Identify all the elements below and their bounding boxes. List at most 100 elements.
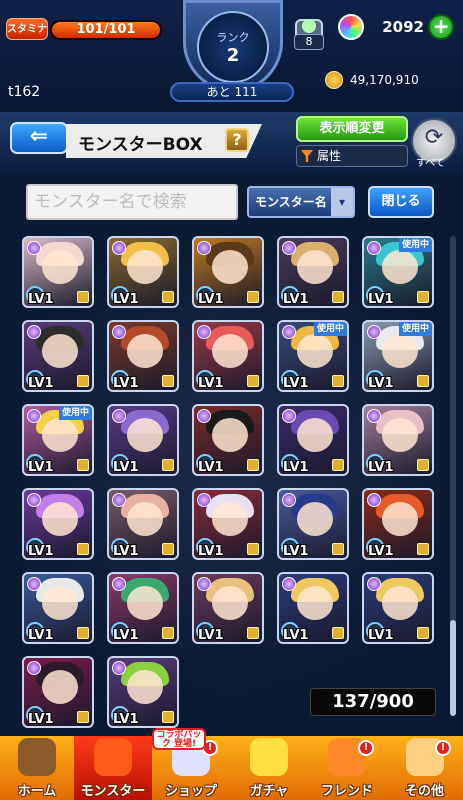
monster-tile[interactable]: LV1 使用中 (362, 320, 434, 392)
lock-icon (417, 459, 429, 471)
monster-tile[interactable]: LV1 (362, 404, 434, 476)
monster-tile[interactable]: LV1 (22, 236, 94, 308)
lock-icon (77, 291, 89, 303)
attribute-icon (197, 577, 211, 591)
monster-tile[interactable]: LV1 (277, 404, 349, 476)
monster-tile[interactable]: LV1 (277, 488, 349, 560)
monster-tile[interactable]: LV1 (192, 236, 264, 308)
help-button[interactable]: ? (225, 128, 249, 152)
attribute-icon (112, 241, 126, 255)
attribute-icon (367, 325, 381, 339)
monster-tile[interactable]: LV1 (192, 404, 264, 476)
monster-portrait (127, 586, 163, 620)
monster-portrait (42, 334, 78, 368)
monster-level: LV1 (283, 376, 309, 391)
lock-icon (417, 375, 429, 387)
nav-label: モンスター (80, 784, 146, 799)
search-type-select[interactable]: モンスター名 ▾ (247, 186, 355, 218)
rank-badge[interactable]: ランク 2 (183, 0, 283, 92)
filter-label: 属性 (317, 149, 342, 163)
monster-portrait (212, 502, 248, 536)
monster-level: LV1 (113, 712, 139, 727)
monster-tile[interactable]: LV1 (107, 320, 179, 392)
monster-level: LV1 (198, 292, 224, 307)
monster-level: LV1 (283, 628, 309, 643)
back-button[interactable]: ⇐ (10, 122, 68, 154)
monster-level: LV1 (368, 376, 394, 391)
rank-label: ランク (216, 31, 250, 44)
monster-level: LV1 (113, 544, 139, 559)
nav-friend[interactable]: フレンド! (308, 736, 386, 800)
orb-count: 8 (294, 34, 324, 50)
monster-tile[interactable]: LV1 (107, 488, 179, 560)
attribute-icon (112, 409, 126, 423)
nav-home[interactable]: ホーム (0, 736, 74, 800)
monster-tile[interactable]: LV1 (362, 488, 434, 560)
monster-tile[interactable]: LV1 (277, 572, 349, 644)
monster-level: LV1 (368, 460, 394, 475)
lock-icon (332, 543, 344, 555)
monster-portrait (297, 586, 333, 620)
monster-tile[interactable]: LV1 (22, 656, 94, 728)
monster-level: LV1 (368, 292, 394, 307)
monster-level: LV1 (28, 712, 54, 727)
monster-level: LV1 (198, 376, 224, 391)
monster-portrait (42, 418, 78, 452)
monster-portrait (212, 586, 248, 620)
nav-monster[interactable]: モンスター (74, 736, 152, 800)
attribute-icon (197, 241, 211, 255)
attribute-filter-button[interactable]: 属性 (296, 145, 408, 167)
monster-portrait (42, 250, 78, 284)
monster-tile[interactable]: LV1 (107, 572, 179, 644)
close-search-button[interactable]: 閉じる (368, 186, 434, 218)
monster-tile[interactable]: LV1 (22, 320, 94, 392)
monster-portrait (297, 418, 333, 452)
scrollbar-thumb[interactable] (450, 620, 456, 716)
monster-tile[interactable]: LV1 (22, 572, 94, 644)
monster-portrait (212, 250, 248, 284)
monster-search-input[interactable] (26, 184, 238, 220)
attribute-icon (27, 325, 41, 339)
attribute-icon (112, 661, 126, 675)
monster-tile[interactable]: LV1 (192, 320, 264, 392)
monster-portrait (212, 334, 248, 368)
nav-label: ホーム (17, 784, 57, 799)
lock-icon (247, 375, 259, 387)
nav-other[interactable]: その他! (386, 736, 463, 800)
nav-gacha[interactable]: ガチャ (230, 736, 308, 800)
monster-portrait (382, 586, 418, 620)
monster-tile[interactable]: LV1 使用中 (22, 404, 94, 476)
add-gem-button[interactable]: + (428, 14, 454, 40)
monster-level: LV1 (113, 376, 139, 391)
lock-icon (332, 459, 344, 471)
monster-tile[interactable]: LV1 (22, 488, 94, 560)
attribute-icon (282, 493, 296, 507)
monster-level: LV1 (28, 376, 54, 391)
monster-tile[interactable]: LV1 (277, 236, 349, 308)
attribute-icon (112, 325, 126, 339)
monster-portrait (42, 670, 78, 704)
stamina-bar: 101/101 (50, 20, 162, 40)
monster-tile[interactable]: LV1 (192, 488, 264, 560)
in-use-badge: 使用中 (398, 238, 432, 252)
lock-icon (417, 543, 429, 555)
monster-tile[interactable]: LV1 (362, 572, 434, 644)
lock-icon (162, 375, 174, 387)
attribute-icon (282, 241, 296, 255)
lock-icon (247, 291, 259, 303)
monster-tile[interactable]: LV1 (107, 404, 179, 476)
monster-tile[interactable]: LV1 使用中 (277, 320, 349, 392)
gold-count: 49,170,910 (350, 73, 419, 87)
monster-tile[interactable]: LV1 (107, 236, 179, 308)
page-title: モンスターBOX (78, 135, 203, 155)
sort-order-button[interactable]: 表示順変更 (296, 116, 408, 142)
attribute-icon (197, 493, 211, 507)
attribute-icon (112, 493, 126, 507)
filter-icon (301, 150, 313, 162)
collab-pack-badge: コラボパック 登場! (152, 728, 206, 750)
attribute-icon (282, 577, 296, 591)
monster-tile[interactable]: LV1 (192, 572, 264, 644)
lock-icon (332, 291, 344, 303)
monster-tile[interactable]: LV1 (107, 656, 179, 728)
monster-tile[interactable]: LV1 使用中 (362, 236, 434, 308)
